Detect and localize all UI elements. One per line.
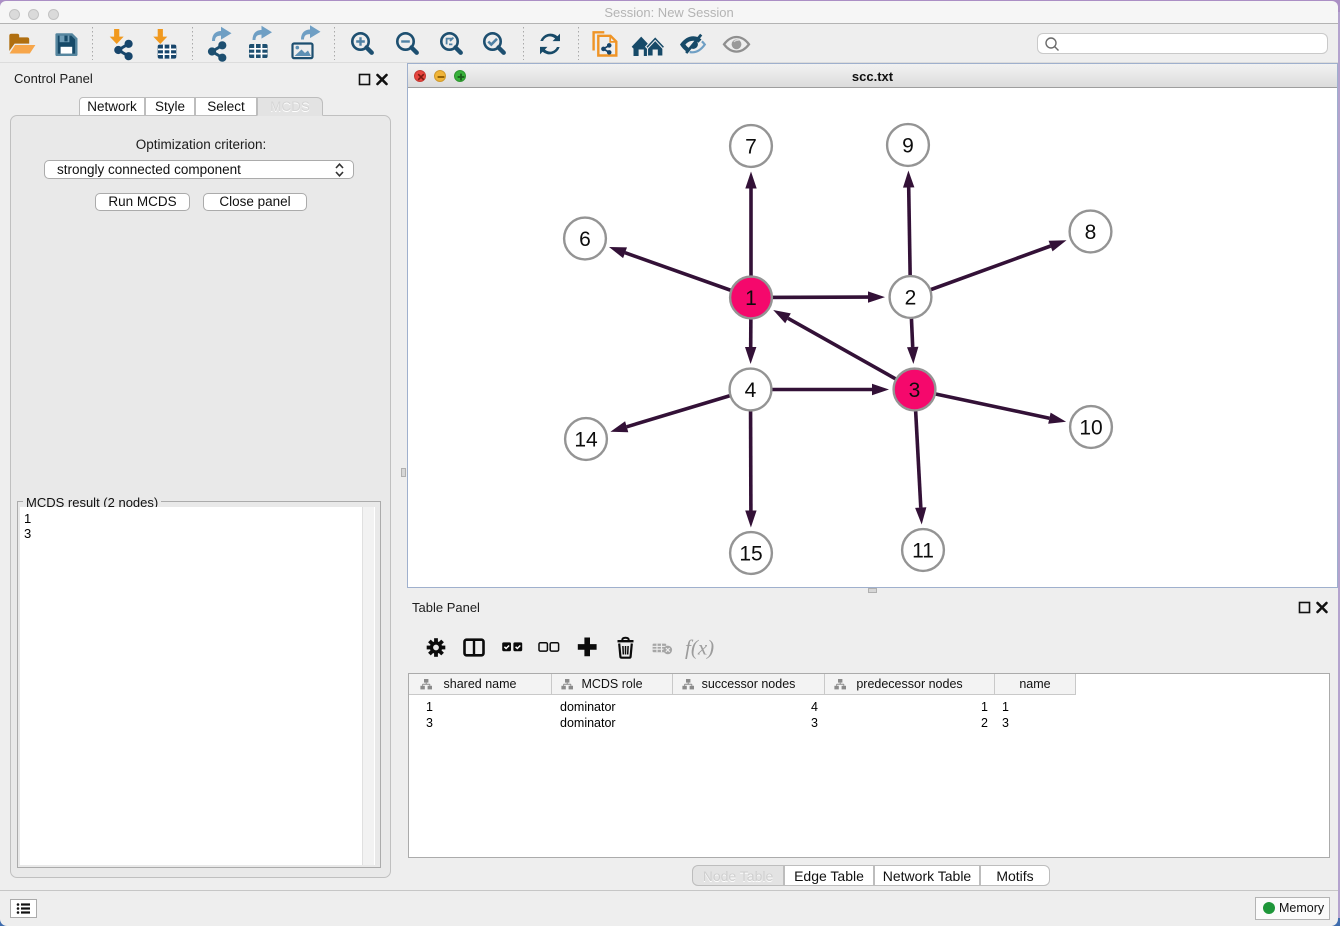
- svg-text:15: 15: [739, 542, 762, 565]
- svg-text:4: 4: [745, 379, 757, 402]
- svg-text:f(x): f(x): [685, 636, 714, 660]
- svg-text:9: 9: [902, 134, 914, 157]
- svg-text:2: 2: [905, 286, 917, 309]
- svg-text:6: 6: [579, 228, 591, 251]
- svg-text:14: 14: [574, 428, 598, 451]
- svg-text:7: 7: [745, 135, 757, 158]
- svg-text:3: 3: [909, 379, 921, 402]
- svg-text:11: 11: [912, 539, 934, 562]
- svg-text:8: 8: [1085, 221, 1097, 244]
- svg-text:10: 10: [1079, 416, 1102, 439]
- svg-text:1: 1: [745, 287, 757, 310]
